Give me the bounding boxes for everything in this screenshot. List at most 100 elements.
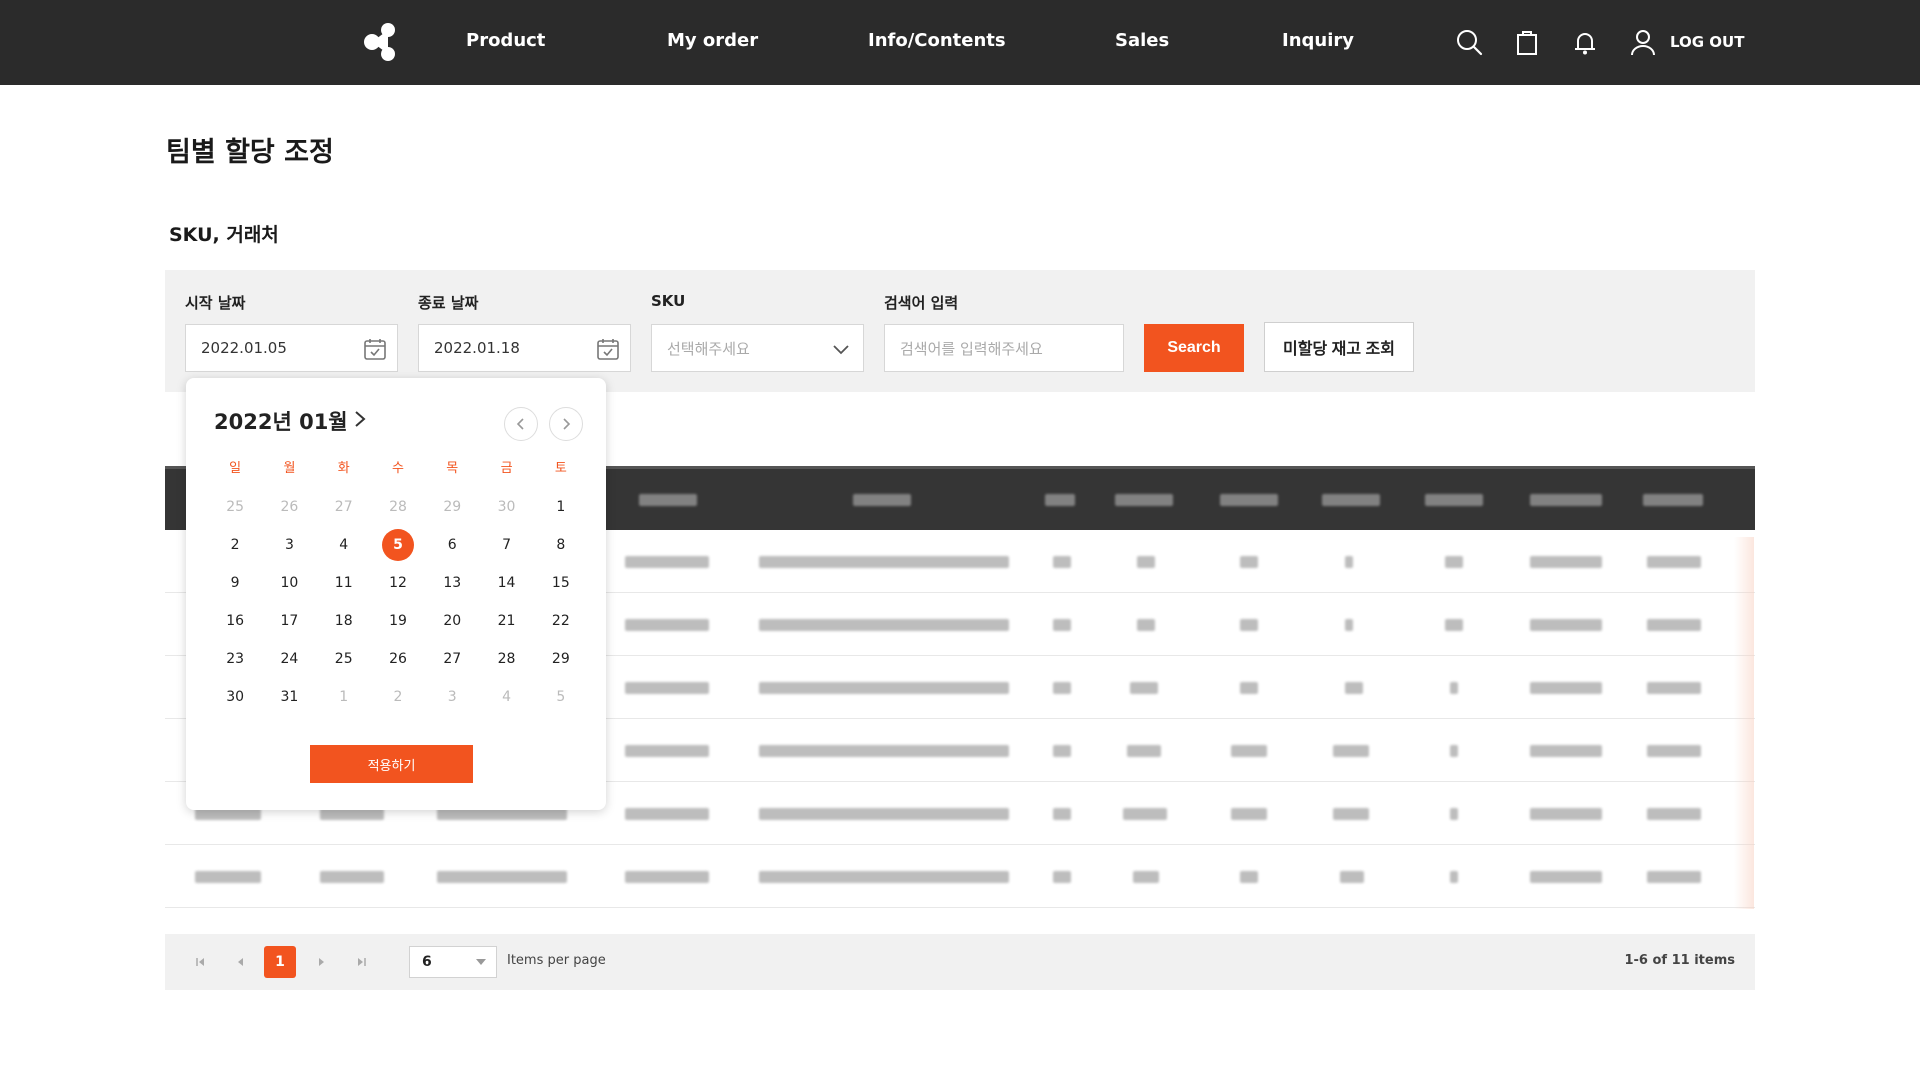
unallocated-stock-button[interactable]: 미할당 재고 조회 [1264, 322, 1414, 372]
table-cell [1127, 745, 1161, 757]
calendar-apply-button[interactable]: 적용하기 [310, 745, 473, 783]
calendar-day[interactable]: 29 [534, 643, 588, 675]
calendar-week-row: 30 31 1 2 3 4 5 [208, 678, 588, 716]
calendar-day[interactable]: 3 [425, 681, 479, 713]
calendar-day[interactable]: 22 [534, 605, 588, 637]
calendar-day[interactable]: 13 [425, 567, 479, 599]
calendar-day[interactable]: 28 [371, 491, 425, 523]
calendar-day[interactable]: 17 [262, 605, 316, 637]
search-icon[interactable] [1454, 27, 1484, 57]
end-date-input[interactable]: 2022.01.18 [418, 324, 631, 372]
start-date-value: 2022.01.05 [201, 339, 287, 357]
calendar-day-selected[interactable]: 5 [371, 529, 425, 561]
calendar-day[interactable]: 10 [262, 567, 316, 599]
table-cell [1530, 556, 1602, 568]
calendar-day[interactable]: 8 [534, 529, 588, 561]
calendar-day[interactable]: 24 [262, 643, 316, 675]
calendar-day[interactable]: 16 [208, 605, 262, 637]
nav-item-sales[interactable]: Sales [1115, 30, 1169, 51]
table-cell [1450, 808, 1458, 820]
bell-icon[interactable] [1570, 27, 1600, 57]
table-cell [625, 682, 709, 694]
table-cell [1240, 871, 1258, 883]
table-cell [625, 871, 709, 883]
calendar-day[interactable]: 9 [208, 567, 262, 599]
calendar-day[interactable]: 27 [425, 643, 479, 675]
sku-select[interactable]: 선택해주세요 [651, 324, 864, 372]
items-per-page-label: Items per page [507, 953, 606, 968]
calendar-day[interactable]: 6 [425, 529, 479, 561]
table-header-cell [853, 494, 911, 506]
logout-link[interactable]: LOG OUT [1670, 33, 1744, 51]
brand-logo-icon[interactable] [356, 18, 404, 66]
calendar-day[interactable]: 11 [317, 567, 371, 599]
calendar-icon[interactable] [363, 337, 387, 361]
table-cell [625, 556, 709, 568]
calendar-day[interactable]: 29 [425, 491, 479, 523]
table-cell [1647, 556, 1701, 568]
calendar-day[interactable]: 26 [371, 643, 425, 675]
calendar-day[interactable]: 31 [262, 681, 316, 713]
calendar-week-row: 2 3 4 5 6 7 8 [208, 526, 588, 564]
next-page-icon[interactable] [313, 954, 329, 970]
calendar-day[interactable]: 23 [208, 643, 262, 675]
table-cell [1053, 808, 1071, 820]
start-date-input[interactable]: 2022.01.05 [185, 324, 398, 372]
calendar-day[interactable]: 2 [208, 529, 262, 561]
nav-item-inquiry[interactable]: Inquiry [1282, 30, 1354, 51]
table-cell [1345, 682, 1363, 694]
calendar-day[interactable]: 19 [371, 605, 425, 637]
calendar-next-button[interactable] [549, 407, 583, 441]
user-icon[interactable] [1628, 27, 1658, 57]
nav-item-my-order[interactable]: My order [667, 30, 758, 51]
calendar-day[interactable]: 1 [317, 681, 371, 713]
table-cell [1053, 556, 1071, 568]
date-picker-popup: 2022년 01월 일 월 화 수 목 금 토 25 26 27 28 29 3… [186, 378, 606, 810]
calendar-day[interactable]: 4 [317, 529, 371, 561]
last-page-icon[interactable] [353, 954, 369, 970]
items-per-page-select[interactable]: 6 [409, 946, 497, 978]
calendar-day[interactable]: 30 [479, 491, 533, 523]
current-page-button[interactable]: 1 [264, 946, 296, 978]
search-button[interactable]: Search [1144, 324, 1244, 372]
calendar-day[interactable]: 12 [371, 567, 425, 599]
calendar-day[interactable]: 26 [262, 491, 316, 523]
calendar-icon[interactable] [596, 337, 620, 361]
table-row[interactable] [165, 845, 1755, 908]
calendar-weekday-row: 일 월 화 수 목 금 토 [208, 450, 588, 488]
calendar-day[interactable]: 27 [317, 491, 371, 523]
calendar-day[interactable]: 25 [317, 643, 371, 675]
calendar-day[interactable]: 4 [479, 681, 533, 713]
table-cell [1240, 619, 1258, 631]
calendar-day[interactable]: 21 [479, 605, 533, 637]
table-cell [1231, 808, 1267, 820]
shopping-bag-icon[interactable] [1512, 27, 1542, 57]
calendar-day[interactable]: 5 [534, 681, 588, 713]
calendar-day[interactable]: 1 [534, 491, 588, 523]
calendar-prev-button[interactable] [504, 407, 538, 441]
top-navigation-bar: Product My order Info/Contents Sales Inq… [0, 0, 1920, 85]
keyword-input[interactable]: 검색어를 입력해주세요 [884, 324, 1124, 372]
table-header-cell [639, 494, 697, 506]
calendar-day[interactable]: 18 [317, 605, 371, 637]
calendar-month-title[interactable]: 2022년 01월 [214, 406, 348, 436]
calendar-day[interactable]: 30 [208, 681, 262, 713]
prev-page-icon[interactable] [233, 954, 249, 970]
calendar-day[interactable]: 20 [425, 605, 479, 637]
calendar-day[interactable]: 2 [371, 681, 425, 713]
table-cell [1530, 619, 1602, 631]
sku-placeholder: 선택해주세요 [667, 339, 750, 358]
calendar-day[interactable]: 7 [479, 529, 533, 561]
calendar-day[interactable]: 14 [479, 567, 533, 599]
calendar-day[interactable]: 15 [534, 567, 588, 599]
table-cell [1445, 556, 1463, 568]
calendar-day[interactable]: 25 [208, 491, 262, 523]
nav-item-info-contents[interactable]: Info/Contents [868, 30, 1006, 51]
first-page-icon[interactable] [193, 954, 209, 970]
table-cell [195, 871, 261, 883]
calendar-week-row: 16 17 18 19 20 21 22 [208, 602, 588, 640]
calendar-day[interactable]: 28 [479, 643, 533, 675]
nav-item-product[interactable]: Product [466, 30, 545, 51]
chevron-right-icon[interactable] [351, 408, 369, 430]
calendar-day[interactable]: 3 [262, 529, 316, 561]
